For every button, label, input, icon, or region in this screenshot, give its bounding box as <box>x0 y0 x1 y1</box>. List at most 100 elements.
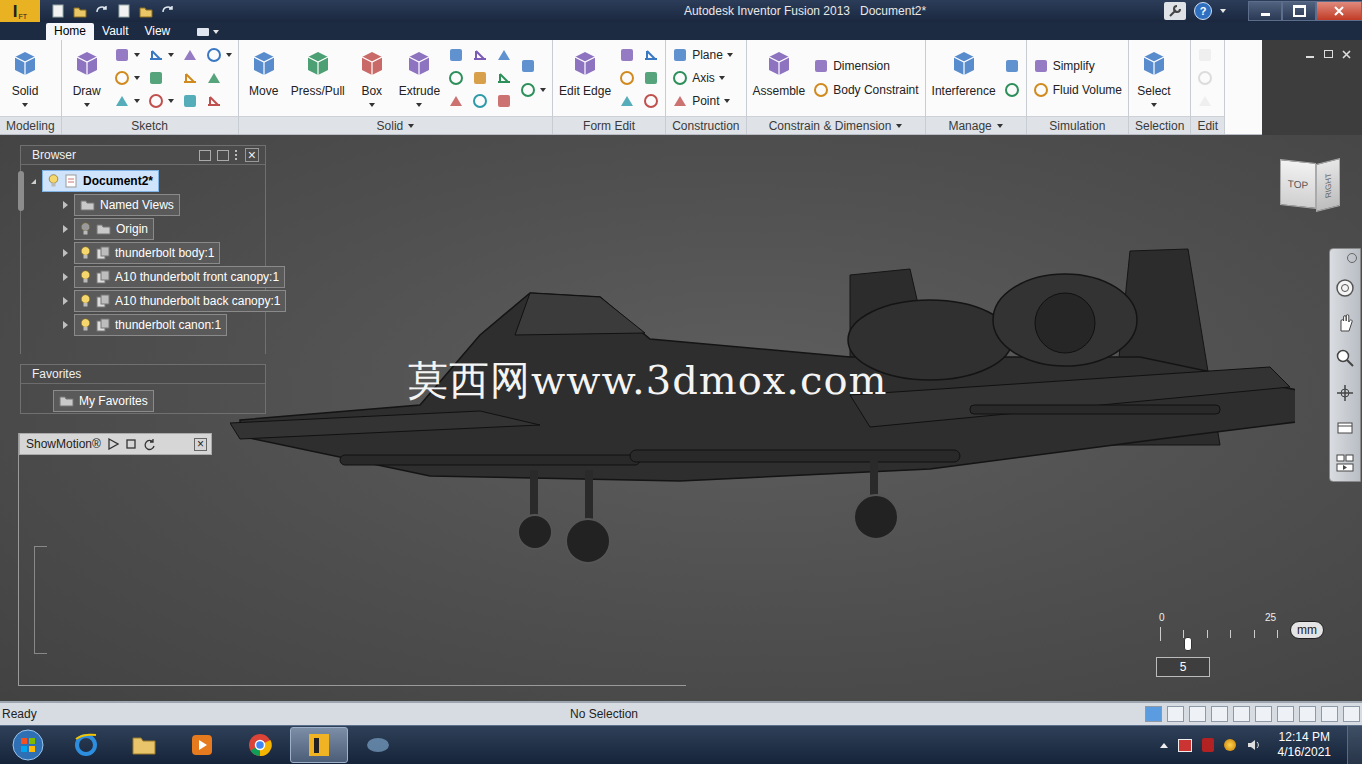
tree-item[interactable]: Named Views <box>17 193 286 217</box>
ribbon-tab[interactable]: Vault <box>94 23 136 40</box>
tool-button[interactable] <box>493 44 515 67</box>
taskbar-app[interactable] <box>174 728 230 762</box>
clock[interactable]: 12:14 PM4/16/2021 <box>1272 730 1337 760</box>
quick-access-icon[interactable] <box>94 3 110 19</box>
status-tool-icon[interactable] <box>1233 706 1250 722</box>
browser-filter-icon[interactable] <box>199 150 211 161</box>
group-label[interactable]: Sketch <box>62 116 238 134</box>
zoom-icon[interactable] <box>1335 348 1355 368</box>
visibility-bulb-icon[interactable] <box>80 318 91 332</box>
scale-ruler[interactable] <box>1160 627 1278 641</box>
action-center-icon[interactable] <box>1178 739 1192 752</box>
tree-item[interactable]: thunderbolt canon:1 <box>17 313 286 337</box>
group-label[interactable]: Form Edit <box>553 116 665 134</box>
taskbar-app[interactable] <box>290 727 348 763</box>
tool-button[interactable]: Dimension <box>810 54 921 78</box>
show-hidden-icons[interactable] <box>1160 743 1168 748</box>
tool-button[interactable]: Assemble <box>750 41 809 115</box>
play-icon[interactable] <box>107 438 119 450</box>
tool-button[interactable] <box>445 67 467 90</box>
security-icon[interactable] <box>1202 738 1214 752</box>
loop-icon[interactable] <box>143 438 156 451</box>
tool-button[interactable] <box>493 90 515 113</box>
tool-button[interactable] <box>469 90 491 113</box>
orbit-icon[interactable] <box>1335 383 1355 403</box>
tool-button[interactable] <box>145 90 177 113</box>
status-tool-icon[interactable] <box>1167 706 1184 722</box>
tool-button[interactable] <box>203 67 235 90</box>
quick-access-icon[interactable] <box>72 3 88 19</box>
tree-item[interactable]: Document2* <box>17 169 286 193</box>
expand-icon[interactable] <box>63 297 68 305</box>
tool-button[interactable] <box>640 44 662 67</box>
visibility-bulb-icon[interactable] <box>80 294 91 308</box>
tool-button[interactable] <box>203 44 235 67</box>
status-tool-icon[interactable] <box>1299 706 1316 722</box>
visibility-bulb-icon[interactable] <box>48 174 59 188</box>
showmotion-header[interactable]: ShowMotion®× <box>19 433 212 455</box>
start-button[interactable] <box>0 728 56 762</box>
quick-access-icon[interactable] <box>116 3 132 19</box>
mdi-restore-icon[interactable] <box>1322 48 1334 60</box>
tool-button[interactable] <box>1194 90 1216 113</box>
tool-button[interactable]: Point <box>669 90 736 113</box>
group-label[interactable]: Selection <box>1129 116 1190 134</box>
tree-item[interactable]: thunderbolt body:1 <box>17 241 286 265</box>
steering-wheel-icon[interactable] <box>1335 278 1355 298</box>
tool-button[interactable]: Select <box>1132 41 1176 115</box>
expand-icon[interactable] <box>63 201 68 209</box>
status-tool-icon[interactable] <box>1145 706 1162 722</box>
expand-icon[interactable] <box>63 321 68 329</box>
browser-menu-icon[interactable] <box>235 150 239 160</box>
help-button[interactable]: ? <box>1194 2 1212 20</box>
visibility-bulb-icon[interactable] <box>80 270 91 284</box>
mdi-minimize-icon[interactable] <box>1304 48 1316 60</box>
browser-header[interactable]: Browser× <box>21 146 265 165</box>
tool-button[interactable]: Draw <box>65 41 109 115</box>
show-desktop-button[interactable] <box>1347 726 1362 764</box>
tool-button[interactable] <box>203 90 235 113</box>
scale-handle[interactable] <box>1184 637 1192 651</box>
tool-button[interactable]: Simplify <box>1030 54 1125 78</box>
volume-icon[interactable] <box>1246 737 1262 753</box>
group-label[interactable]: Manage <box>926 116 1026 134</box>
tool-button[interactable] <box>179 90 201 113</box>
pan-hand-icon[interactable] <box>1335 313 1355 333</box>
cube-right-face[interactable]: RIGHT <box>1316 158 1340 212</box>
tree-item[interactable]: Origin <box>17 217 286 241</box>
tool-button[interactable]: Press/Pull <box>288 41 348 115</box>
tool-button[interactable] <box>145 44 177 67</box>
close-button[interactable] <box>1316 1 1362 21</box>
look-at-icon[interactable] <box>1335 418 1355 438</box>
tool-button[interactable] <box>616 90 638 113</box>
visibility-bulb-icon[interactable] <box>80 246 91 260</box>
app-logo[interactable]: IFT <box>0 0 40 22</box>
tool-button[interactable] <box>616 67 638 90</box>
tool-button[interactable] <box>111 90 143 113</box>
tool-button[interactable] <box>616 44 638 67</box>
tool-button[interactable] <box>1194 67 1216 90</box>
visibility-bulb-icon[interactable] <box>80 222 91 236</box>
tool-button[interactable] <box>445 44 467 67</box>
browser-expand-icon[interactable] <box>217 150 229 161</box>
group-label[interactable]: Construction <box>666 116 745 134</box>
status-tool-icon[interactable] <box>1277 706 1294 722</box>
tool-button[interactable]: Move <box>242 41 286 115</box>
favorites-header[interactable]: Favorites <box>21 365 265 384</box>
minimize-button[interactable] <box>1248 1 1282 21</box>
group-label[interactable]: Modeling <box>0 116 61 134</box>
taskbar-app[interactable] <box>58 728 114 762</box>
quick-access-icon[interactable] <box>50 3 66 19</box>
tool-button[interactable]: Extrude <box>396 41 443 115</box>
status-tool-icon[interactable] <box>1321 706 1338 722</box>
tool-button[interactable] <box>179 44 201 67</box>
maximize-button[interactable] <box>1282 1 1316 21</box>
group-label[interactable]: Solid <box>239 116 552 134</box>
tab-options[interactable] <box>196 27 219 40</box>
view-cube[interactable]: TOPRIGHT <box>1280 161 1340 209</box>
showmotion-close[interactable]: × <box>194 438 207 451</box>
status-tool-icon[interactable] <box>1211 706 1228 722</box>
expand-icon[interactable] <box>31 179 36 184</box>
status-tool-icon[interactable] <box>1189 706 1206 722</box>
tool-button[interactable] <box>640 67 662 90</box>
